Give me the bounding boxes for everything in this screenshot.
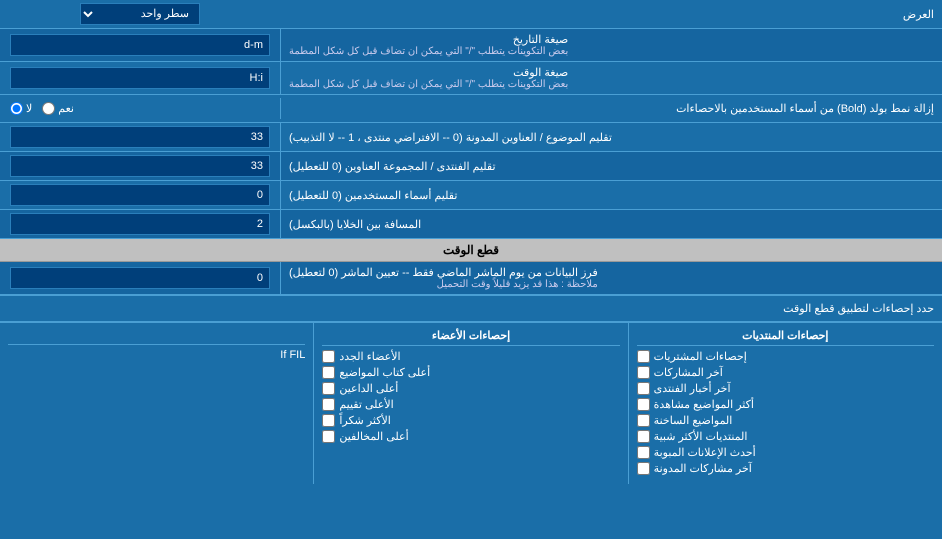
cell-spacing-control	[0, 210, 280, 238]
cb-top-warned[interactable]	[322, 430, 335, 443]
radio-yes-label: نعم	[58, 102, 74, 115]
cb-top-posters[interactable]	[322, 366, 335, 379]
checkbox-item-top-referrers: أعلى الداعين	[322, 382, 619, 395]
cutoff-control	[0, 262, 280, 294]
radio-no-label: لا	[26, 102, 32, 115]
forum-trim-label: تقليم الفنتدى / المجموعة العناوين (0 للت…	[280, 152, 942, 180]
bold-removal-control: نعم لا	[0, 99, 280, 118]
checkbox-col-forums: إحصاءات المنتديات إحصاءات المشتريات آخر …	[628, 323, 942, 484]
cb-last-posts[interactable]	[637, 366, 650, 379]
time-format-control	[0, 62, 280, 94]
checkbox-item-latest-classifieds: أحدث الإعلانات المبوبة	[637, 446, 934, 459]
cb-blog-posts[interactable]	[637, 462, 650, 475]
username-trim-label: تقليم أسماء المستخدمين (0 للتعطيل)	[280, 181, 942, 209]
cb-new-members[interactable]	[322, 350, 335, 363]
cb-top-referrers[interactable]	[322, 382, 335, 395]
checkbox-item-top-posters: أعلى كتاب المواضيع	[322, 366, 619, 379]
checkbox-section: إحصاءات المنتديات إحصاءات المشتريات آخر …	[0, 322, 942, 484]
checkbox-item-most-thanked: الأكثر شكراً	[322, 414, 619, 427]
bold-removal-row: إزالة نمط بولد (Bold) من أسماء المستخدمي…	[0, 95, 942, 123]
checkbox-item-top-warned: أعلى المخالفين	[322, 430, 619, 443]
checkbox-item-forum-news: آخر أخبار الفنتدى	[637, 382, 934, 395]
header-select-area: سطر واحد	[0, 0, 280, 28]
bold-removal-label: إزالة نمط بولد (Bold) من أسماء المستخدمي…	[280, 98, 942, 119]
topic-trim-row: تقليم الموضوع / العناوين المدونة (0 -- ا…	[0, 123, 942, 152]
limit-label: حدد إحصاءات لتطبيق قطع الوقت	[8, 302, 934, 315]
limit-row: حدد إحصاءات لتطبيق قطع الوقت	[0, 295, 942, 322]
topic-trim-input[interactable]	[10, 126, 270, 148]
date-format-row: صيغة التاريخ بعض التكوينات يتطلب "/" الت…	[0, 29, 942, 62]
cell-spacing-label: المسافة بين الخلايا (بالبكسل)	[280, 210, 942, 238]
checkbox-col-members: إحصاءات الأعضاء الأعضاء الجدد أعلى كتاب …	[313, 323, 627, 484]
cb-top-rated[interactable]	[322, 398, 335, 411]
checkbox-item-new-members: الأعضاء الجدد	[322, 350, 619, 363]
header-row: العرض سطر واحد	[0, 0, 942, 29]
col-members-header: إحصاءات الأعضاء	[322, 329, 619, 346]
if-fil-text: If FIL	[8, 349, 305, 361]
date-format-label: صيغة التاريخ بعض التكوينات يتطلب "/" الت…	[280, 29, 942, 61]
topic-trim-label: تقليم الموضوع / العناوين المدونة (0 -- ا…	[280, 123, 942, 151]
checkbox-item-contributions: إحصاءات المشتريات	[637, 350, 934, 363]
checkbox-item-blog-posts: آخر مشاركات المدونة	[637, 462, 934, 475]
time-format-row: صيغة الوقت بعض التكوينات يتطلب "/" التي …	[0, 62, 942, 95]
forum-trim-row: تقليم الفنتدى / المجموعة العناوين (0 للت…	[0, 152, 942, 181]
cb-forum-news[interactable]	[637, 382, 650, 395]
checkbox-item-top-rated: الأعلى تقييم	[322, 398, 619, 411]
checkbox-item-most-viewed: أكثر المواضيع مشاهدة	[637, 398, 934, 411]
header-label: العرض	[280, 4, 942, 25]
cutoff-row: فرز البيانات من يوم الماشر الماضي فقط --…	[0, 262, 942, 295]
col-empty-header	[8, 329, 305, 345]
checkbox-col-empty: If FIL	[0, 323, 313, 484]
radio-option-no: لا	[10, 102, 32, 115]
cb-latest-classifieds[interactable]	[637, 446, 650, 459]
cb-most-thanked[interactable]	[322, 414, 335, 427]
cb-contributions[interactable]	[637, 350, 650, 363]
time-format-input[interactable]	[10, 67, 270, 89]
username-trim-row: تقليم أسماء المستخدمين (0 للتعطيل)	[0, 181, 942, 210]
main-container: العرض سطر واحد صيغة التاريخ بعض التكوينا…	[0, 0, 942, 484]
topic-trim-control	[0, 123, 280, 151]
cutoff-input[interactable]	[10, 267, 270, 289]
radio-option-yes: نعم	[42, 102, 74, 115]
cutoff-section-header: قطع الوقت	[0, 239, 942, 262]
checkbox-item-hot-topics: المواضيع الساخنة	[637, 414, 934, 427]
cell-spacing-input[interactable]	[10, 213, 270, 235]
username-trim-input[interactable]	[10, 184, 270, 206]
display-select[interactable]: سطر واحد	[80, 3, 200, 25]
time-format-label: صيغة الوقت بعض التكوينات يتطلب "/" التي …	[280, 62, 942, 94]
forum-trim-input[interactable]	[10, 155, 270, 177]
cb-most-viewed[interactable]	[637, 398, 650, 411]
radio-yes[interactable]	[42, 102, 55, 115]
username-trim-control	[0, 181, 280, 209]
cell-spacing-row: المسافة بين الخلايا (بالبكسل)	[0, 210, 942, 239]
cb-hot-topics[interactable]	[637, 414, 650, 427]
checkbox-item-popular-forums: المنتديات الأكثر شبية	[637, 430, 934, 443]
cutoff-label: فرز البيانات من يوم الماشر الماضي فقط --…	[280, 262, 942, 294]
cutoff-title: قطع الوقت	[443, 243, 499, 257]
checkbox-item-last-posts: آخر المشاركات	[637, 366, 934, 379]
forum-trim-control	[0, 152, 280, 180]
date-format-input[interactable]	[10, 34, 270, 56]
col-forums-header: إحصاءات المنتديات	[637, 329, 934, 346]
radio-no[interactable]	[10, 102, 23, 115]
header-title: العرض	[903, 9, 934, 21]
date-format-control	[0, 29, 280, 61]
cb-popular-forums[interactable]	[637, 430, 650, 443]
